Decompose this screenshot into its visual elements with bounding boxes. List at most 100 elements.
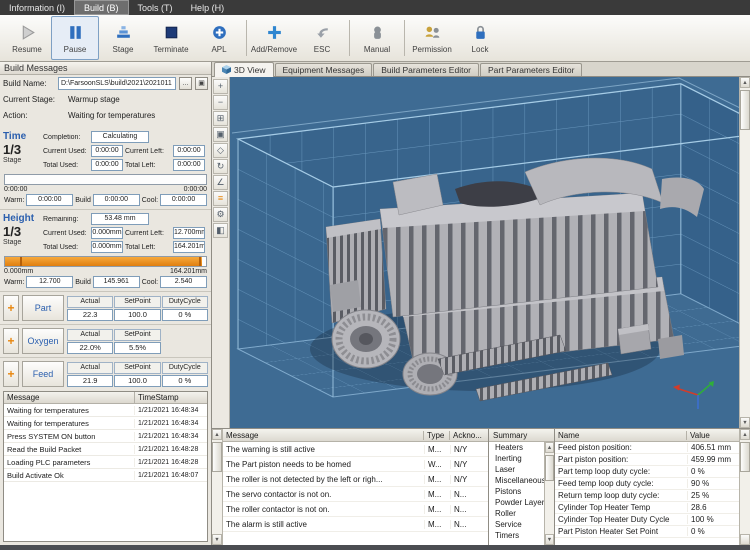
summary-item-pistons[interactable]: Pistons bbox=[489, 486, 544, 497]
summary-item-laser[interactable]: Laser bbox=[489, 464, 544, 475]
log-row[interactable]: Waiting for temperatures1/21/2021 16:48:… bbox=[4, 404, 207, 417]
menu-information[interactable]: Information (I) bbox=[0, 0, 74, 15]
viewport-tool-icon[interactable]: ◧ bbox=[213, 223, 228, 238]
action-label: Action: bbox=[3, 111, 65, 120]
param-row[interactable]: Part Piston Heater Set Point0 % bbox=[555, 526, 739, 538]
scroll-down-icon[interactable]: ▼ bbox=[545, 534, 554, 545]
manual-button[interactable]: Manual bbox=[353, 16, 401, 60]
menu-tools[interactable]: Tools (T) bbox=[129, 0, 182, 15]
menu-build[interactable]: Build (B) bbox=[74, 0, 129, 15]
scrollbar-thumb[interactable] bbox=[740, 90, 750, 130]
summary-item-heaters[interactable]: Heaters bbox=[489, 442, 544, 453]
menu-help[interactable]: Help (H) bbox=[182, 0, 234, 15]
feed-setpoint-value[interactable]: 100.0 bbox=[114, 375, 160, 387]
summary-header[interactable]: Summary bbox=[489, 429, 554, 442]
alert-row[interactable]: The servo contactor is not on.M...N... bbox=[223, 487, 488, 502]
scrollbar-track[interactable] bbox=[740, 88, 750, 417]
summary-item-miscellaneous[interactable]: Miscellaneous bbox=[489, 475, 544, 486]
scroll-up-icon[interactable]: ▲ bbox=[740, 429, 750, 440]
summary-item-timers[interactable]: Timers bbox=[489, 530, 544, 541]
scrollbar-thumb[interactable] bbox=[212, 442, 222, 472]
param-row[interactable]: Cylinder Top Heater Temp28.6 bbox=[555, 502, 739, 514]
viewport-tool-icon[interactable]: ◇ bbox=[213, 143, 228, 158]
viewport-tool-icon[interactable]: ∠ bbox=[213, 175, 228, 190]
oxygen-label[interactable]: Oxygen bbox=[22, 328, 64, 354]
params-value-header[interactable]: Value bbox=[687, 431, 739, 440]
tab-3d-view[interactable]: 3D View bbox=[214, 62, 274, 77]
stage-button[interactable]: Stage bbox=[99, 16, 147, 60]
param-row[interactable]: Part piston position:459.99 mm bbox=[555, 454, 739, 466]
add-remove-button[interactable]: Add/Remove bbox=[250, 16, 298, 60]
scroll-up-icon[interactable]: ▲ bbox=[740, 77, 750, 88]
param-row[interactable]: Return temp loop duty cycle:25 % bbox=[555, 490, 739, 502]
build-name-input[interactable]: D:\FarsoonSLS\build\2021\2021011 bbox=[58, 77, 176, 90]
summary-scrollbar[interactable]: ▲ ▼ bbox=[544, 442, 554, 545]
tab-part-parameters-editor[interactable]: Part Parameters Editor bbox=[480, 63, 582, 76]
alerts-scrollbar[interactable]: ▲ ▼ bbox=[212, 429, 223, 545]
lock-button[interactable]: Lock bbox=[456, 16, 504, 60]
browse-button[interactable]: ... bbox=[179, 77, 192, 90]
tab-build-parameters-editor[interactable]: Build Parameters Editor bbox=[373, 63, 479, 76]
part-expand-button[interactable]: + bbox=[3, 295, 19, 321]
pause-button[interactable]: Pause bbox=[51, 16, 99, 60]
param-row[interactable]: Cylinder Top Heater Duty Cycle100 % bbox=[555, 514, 739, 526]
part-setpoint-value[interactable]: 100.0 bbox=[114, 309, 160, 321]
log-row[interactable]: Build Activate Ok1/21/2021 16:48:07 bbox=[4, 469, 207, 482]
esc-button[interactable]: ESC bbox=[298, 16, 346, 60]
alert-row[interactable]: The warning is still activeM...N/Y bbox=[223, 442, 488, 457]
summary-item-inerting[interactable]: Inerting bbox=[489, 453, 544, 464]
params-name-header[interactable]: Name bbox=[555, 431, 687, 440]
alerts-message-header[interactable]: Message bbox=[223, 431, 424, 440]
resume-button[interactable]: Resume bbox=[3, 16, 51, 60]
alert-row[interactable]: The Part piston needs to be homedW...N/Y bbox=[223, 457, 488, 472]
log-message-header[interactable]: Message bbox=[4, 392, 135, 403]
viewport-scrollbar[interactable]: ▲ ▼ bbox=[739, 77, 750, 428]
scrollbar-thumb[interactable] bbox=[740, 442, 750, 472]
apl-button[interactable]: APL bbox=[195, 16, 243, 60]
scroll-down-icon[interactable]: ▼ bbox=[212, 534, 222, 545]
log-row[interactable]: Press SYSTEM ON button1/21/2021 16:48:34 bbox=[4, 430, 207, 443]
scrollbar-thumb[interactable] bbox=[545, 455, 554, 481]
alerts-type-header[interactable]: Type bbox=[424, 431, 450, 440]
summary-item-service[interactable]: Service bbox=[489, 519, 544, 530]
param-row[interactable]: Feed piston position:406.51 mm bbox=[555, 442, 739, 454]
alert-row[interactable]: The roller contactor is not on.M...N... bbox=[223, 502, 488, 517]
play-icon bbox=[18, 23, 37, 44]
viewport-tool-icon[interactable]: ⊞ bbox=[213, 111, 228, 126]
log-row[interactable]: Read the Build Packet1/21/2021 16:48:28 bbox=[4, 443, 207, 456]
log-row[interactable]: Waiting for temperatures1/21/2021 16:48:… bbox=[4, 417, 207, 430]
scrollbar-track[interactable] bbox=[740, 440, 750, 534]
scrollbar-track[interactable] bbox=[545, 453, 554, 534]
viewport-tool-icon[interactable]: − bbox=[213, 95, 228, 110]
build-name-more-button[interactable]: ▣ bbox=[195, 77, 208, 90]
oxygen-expand-button[interactable]: + bbox=[3, 328, 19, 354]
permission-button[interactable]: Permission bbox=[408, 16, 456, 60]
scroll-up-icon[interactable]: ▲ bbox=[212, 429, 222, 440]
log-row[interactable]: Loading PLC parameters1/21/2021 16:48:28 bbox=[4, 456, 207, 469]
alert-row[interactable]: The alarm is still activeM...N... bbox=[223, 517, 488, 532]
feed-label[interactable]: Feed bbox=[22, 361, 64, 387]
params-scrollbar[interactable]: ▲ bbox=[739, 429, 750, 545]
viewport-tool-icon[interactable]: ↻ bbox=[213, 159, 228, 174]
part-label[interactable]: Part bbox=[22, 295, 64, 321]
summary-item-powder-layer[interactable]: Powder Layer bbox=[489, 497, 544, 508]
viewport-tool-icon[interactable]: ≡ bbox=[213, 191, 228, 206]
viewport-tool-icon[interactable]: + bbox=[213, 79, 228, 94]
viewport-tool-icon[interactable]: ▣ bbox=[213, 127, 228, 142]
scrollbar-track[interactable] bbox=[212, 440, 222, 534]
param-row[interactable]: Part temp loop duty cycle:0 % bbox=[555, 466, 739, 478]
terminate-button[interactable]: Terminate bbox=[147, 16, 195, 60]
3d-build-chamber-scene[interactable] bbox=[230, 77, 739, 428]
summary-item-roller[interactable]: Roller bbox=[489, 508, 544, 519]
scroll-down-icon[interactable]: ▼ bbox=[740, 417, 750, 428]
oxygen-setpoint-value[interactable]: 5.5% bbox=[114, 342, 160, 354]
tab-equipment-messages[interactable]: Equipment Messages bbox=[275, 63, 373, 76]
alert-row[interactable]: The roller is not detected by the left o… bbox=[223, 472, 488, 487]
scroll-down-icon[interactable] bbox=[740, 534, 750, 545]
log-timestamp-header[interactable]: TimeStamp bbox=[135, 392, 207, 403]
feed-expand-button[interactable]: + bbox=[3, 361, 19, 387]
param-row[interactable]: Feed temp loop duty cycle:90 % bbox=[555, 478, 739, 490]
scroll-up-icon[interactable]: ▲ bbox=[545, 442, 554, 453]
alerts-ack-header[interactable]: Ackno... bbox=[450, 431, 488, 440]
viewport-tool-icon[interactable]: ⚙ bbox=[213, 207, 228, 222]
